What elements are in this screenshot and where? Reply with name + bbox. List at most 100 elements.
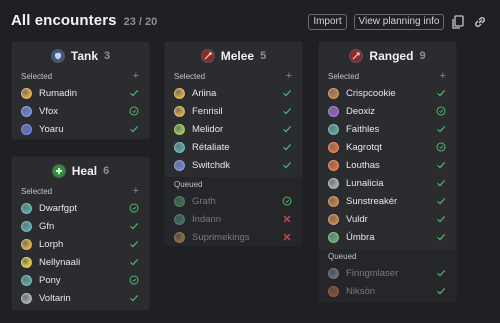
player-row[interactable]: Ariina: [165, 84, 302, 102]
player-name: Úmbra: [346, 231, 375, 243]
ranged-queued-label: Queued: [328, 252, 357, 261]
class-icon: [328, 87, 339, 99]
ranged-add-icon[interactable]: +: [440, 70, 446, 83]
check-icon[interactable]: [436, 196, 446, 206]
check-icon[interactable]: [436, 124, 446, 134]
melee-queued-section: Queued Grath Indann Suprimekings: [165, 177, 302, 246]
player-row[interactable]: Faithles: [319, 120, 456, 138]
check-icon[interactable]: [129, 257, 139, 267]
check-icon[interactable]: [282, 124, 292, 134]
melee-card: Melee 5 Selected + Ariina Fenrisil Melidor…: [164, 41, 303, 246]
check-icon[interactable]: [436, 232, 446, 242]
class-icon: [328, 195, 339, 207]
player-row[interactable]: Dwarfgpt: [12, 199, 149, 217]
tank-header: Tank 3: [12, 42, 149, 70]
check-circle-icon[interactable]: [436, 106, 446, 116]
check-icon[interactable]: [129, 293, 139, 303]
check-icon[interactable]: [282, 142, 292, 152]
player-row[interactable]: Fenrisil: [165, 102, 302, 120]
player-row[interactable]: Lorph: [12, 235, 149, 253]
player-name: Vuldr: [346, 213, 368, 225]
player-name: Pony: [39, 274, 61, 286]
player-row[interactable]: Vuldr: [319, 210, 456, 228]
player-row[interactable]: Vfox: [12, 102, 149, 120]
class-icon: [328, 141, 339, 153]
player-name: Voltarin: [39, 292, 71, 304]
check-circle-icon[interactable]: [129, 275, 139, 285]
player-row[interactable]: Grath: [165, 192, 302, 210]
player-row[interactable]: Rétaliate: [165, 138, 302, 156]
ranged-count: 9: [419, 50, 426, 62]
check-icon[interactable]: [436, 178, 446, 188]
check-icon[interactable]: [436, 88, 446, 98]
player-row[interactable]: Louthas: [319, 156, 456, 174]
link-icon[interactable]: [472, 14, 488, 30]
check-icon[interactable]: [282, 106, 292, 116]
player-name: Crispcookie: [346, 87, 396, 99]
player-row[interactable]: Crispcookie: [319, 84, 456, 102]
player-row[interactable]: Rumadin: [12, 84, 149, 102]
player-row[interactable]: Úmbra: [319, 228, 456, 246]
player-row[interactable]: Sunstreakér: [319, 192, 456, 210]
check-icon[interactable]: [436, 160, 446, 170]
page-header: All encounters 23 / 20: [11, 12, 157, 32]
player-row[interactable]: Melidor: [165, 120, 302, 138]
player-row[interactable]: Pony: [12, 271, 149, 289]
player-row[interactable]: Nellynaali: [12, 253, 149, 271]
heal-add-icon[interactable]: +: [133, 185, 139, 198]
tank-selected-label: Selected +: [21, 70, 139, 83]
melee-header: Melee 5: [165, 42, 302, 70]
check-icon[interactable]: [129, 221, 139, 231]
heal-count: 6: [103, 165, 110, 177]
melee-add-icon[interactable]: +: [286, 70, 292, 83]
view-planning-info-button[interactable]: View planning info: [354, 14, 444, 30]
tank-add-icon[interactable]: +: [133, 70, 139, 83]
player-name: Yoaru: [39, 123, 64, 135]
check-icon[interactable]: [436, 268, 446, 278]
check-icon[interactable]: [129, 239, 139, 249]
check-circle-icon[interactable]: [129, 106, 139, 116]
check-icon[interactable]: [436, 214, 446, 224]
player-row[interactable]: Kagrotqt: [319, 138, 456, 156]
ranged-card: Ranged 9 Selected + Crispcookie Deoxiz Fai…: [318, 41, 457, 302]
import-button[interactable]: Import: [308, 14, 347, 30]
check-icon[interactable]: [129, 88, 139, 98]
class-icon: [328, 177, 339, 189]
class-icon: [328, 123, 339, 135]
check-circle-icon[interactable]: [129, 203, 139, 213]
check-circle-icon[interactable]: [436, 142, 446, 152]
player-row[interactable]: Deoxiz: [319, 102, 456, 120]
class-icon: [174, 231, 185, 243]
player-row[interactable]: Indann: [165, 210, 302, 228]
check-icon[interactable]: [129, 124, 139, 134]
player-name: Dwarfgpt: [39, 202, 78, 214]
tank-count: 3: [104, 50, 111, 62]
player-name: Louthas: [346, 159, 380, 171]
player-row[interactable]: Yoaru: [12, 120, 149, 138]
ranged-queued-section: Queued Firingmlaser Niksön: [319, 249, 456, 300]
cross-icon[interactable]: [282, 214, 292, 224]
player-row[interactable]: Niksön: [319, 282, 456, 300]
check-circle-icon[interactable]: [282, 196, 292, 206]
cross-icon[interactable]: [282, 232, 292, 242]
copy-icon[interactable]: [450, 14, 466, 30]
player-row[interactable]: Lunalicia: [319, 174, 456, 192]
check-icon[interactable]: [436, 286, 446, 296]
heal-header: Heal 6: [12, 157, 149, 185]
player-row[interactable]: Switchdk: [165, 156, 302, 174]
class-icon: [328, 159, 339, 171]
class-icon: [328, 213, 339, 225]
class-icon: [21, 220, 32, 232]
player-row[interactable]: Gfn: [12, 217, 149, 235]
check-icon[interactable]: [282, 88, 292, 98]
melee-selected-label: Selected +: [174, 70, 292, 83]
player-row[interactable]: Suprimekings: [165, 228, 302, 246]
check-icon[interactable]: [282, 160, 292, 170]
ranged-role-icon: [349, 49, 364, 63]
player-row[interactable]: Voltarin: [12, 289, 149, 307]
heal-selected-list: Dwarfgpt Gfn Lorph Nellynaali Pony Voltarin: [12, 199, 149, 307]
class-icon: [174, 141, 185, 153]
player-name: Niksön: [346, 285, 376, 297]
player-row[interactable]: Firingmlaser: [319, 264, 456, 282]
class-icon: [174, 105, 185, 117]
